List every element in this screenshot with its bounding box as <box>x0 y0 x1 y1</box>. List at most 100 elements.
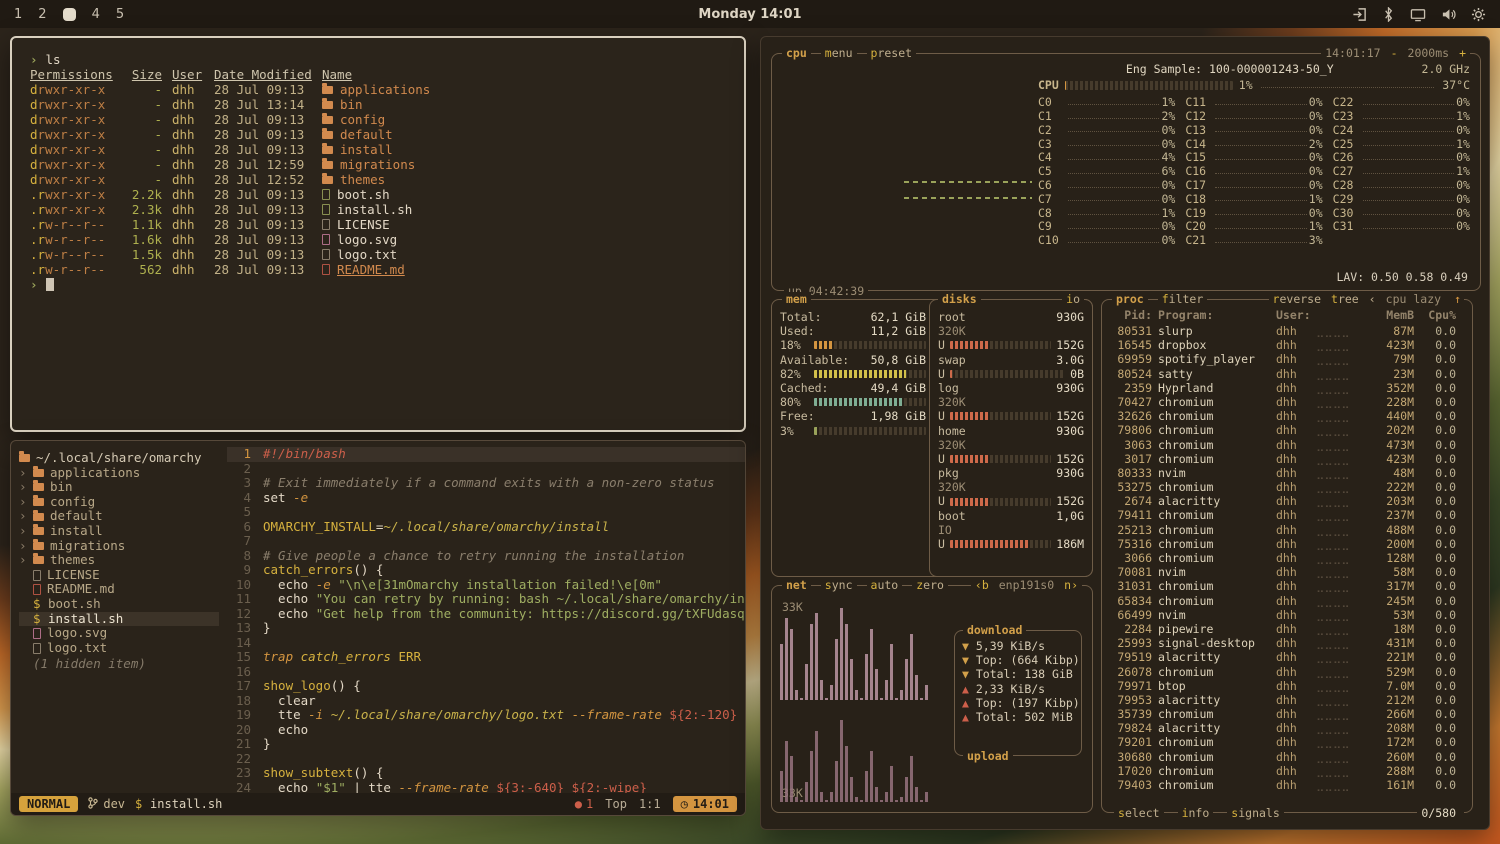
scroll-up-arrow[interactable]: ↑ <box>1451 292 1464 306</box>
cpu-core: C20% <box>1038 123 1175 137</box>
line-number: 20 <box>227 723 263 738</box>
code-editor[interactable]: 1#!/bin/bash23# Exit immediately if a co… <box>227 441 745 793</box>
info-hint[interactable]: info <box>1178 806 1214 820</box>
process-row[interactable]: 66499nvimdhh⣀⣀⣀⣀53M0.0 <box>1110 608 1456 622</box>
column-header-cpu[interactable]: Cpu% <box>1420 308 1456 322</box>
core-name: C14 <box>1185 137 1213 151</box>
interval-minus-button[interactable]: - <box>1391 46 1398 60</box>
process-row[interactable]: 70427chromiumdhh⣀⣀⣀⣀228M0.0 <box>1110 395 1456 409</box>
tree-button[interactable]: tree <box>1331 292 1359 306</box>
tree-item-install[interactable]: ›install <box>19 524 219 539</box>
tree-item-license[interactable]: LICENSE <box>19 568 219 583</box>
logout-icon[interactable] <box>1352 7 1367 22</box>
process-row[interactable]: 79411chromiumdhh⣀⣀⣀⣀237M0.0 <box>1110 508 1456 522</box>
process-row[interactable]: 25213chromiumdhh⣀⣀⣀⣀488M0.0 <box>1110 523 1456 537</box>
workspace-2[interactable]: 2 <box>38 7 46 22</box>
reverse-button[interactable]: reverse <box>1273 292 1321 306</box>
tree-item-bin[interactable]: ›bin <box>19 480 219 495</box>
process-row[interactable]: 2284pipewiredhh⣀⣀⣀⣀18M0.0 <box>1110 622 1456 636</box>
tree-item-migrations[interactable]: ›migrations <box>19 539 219 554</box>
select-hint[interactable]: select <box>1114 806 1164 820</box>
tree-item-themes[interactable]: ›themes <box>19 553 219 568</box>
process-row[interactable]: 30680chromiumdhh⣀⣀⣀⣀260M0.0 <box>1110 750 1456 764</box>
zero-button[interactable]: zero <box>912 578 948 592</box>
io-mode-button[interactable]: io <box>1062 292 1084 306</box>
core-name: C22 <box>1333 95 1361 109</box>
column-header-pid[interactable]: Pid: <box>1110 308 1152 322</box>
tree-item-readme-md[interactable]: README.md <box>19 582 219 597</box>
process-row[interactable]: 3017chromiumdhh⣀⣀⣀⣀423M0.0 <box>1110 452 1456 466</box>
editor-window[interactable]: ~/.local/share/omarchy›applications›bin›… <box>10 440 746 816</box>
process-name: chromium <box>1158 750 1270 764</box>
volume-icon[interactable] <box>1441 7 1456 22</box>
tree-item--local-share-omarchy[interactable]: ~/.local/share/omarchy <box>19 451 219 466</box>
process-row[interactable]: 80531slurpdhh⣀⣀⣀⣀87M0.0 <box>1110 324 1456 338</box>
menu-button[interactable]: menu <box>821 46 857 60</box>
core-name: C3 <box>1038 137 1066 151</box>
btop-window[interactable]: cpu menu preset 14:01:17 - 2000ms + Eng … <box>760 36 1490 830</box>
process-row[interactable]: 26078chromiumdhh⣀⣀⣀⣀529M0.0 <box>1110 665 1456 679</box>
column-header-user[interactable]: User: <box>1276 308 1310 322</box>
process-user: dhh <box>1276 352 1310 366</box>
process-row[interactable]: 2359Hyprlanddhh⣀⣀⣀⣀352M0.0 <box>1110 381 1456 395</box>
code-line: 23show_subtext() { <box>227 766 745 781</box>
bluetooth-icon[interactable] <box>1382 7 1395 22</box>
tree-item-boot-sh[interactable]: $boot.sh <box>19 597 219 612</box>
terminal-window[interactable]: › ls Permissions Size User Date Modified… <box>10 36 746 432</box>
process-row[interactable]: 2674alacrittydhh⣀⣀⣀⣀203M0.0 <box>1110 494 1456 508</box>
iface-next-button[interactable]: n› <box>1064 578 1078 592</box>
tree-item-applications[interactable]: ›applications <box>19 466 219 481</box>
process-row[interactable]: 16545dropboxdhh⣀⣀⣀⣀423M0.0 <box>1110 338 1456 352</box>
process-row[interactable]: 79824alacrittydhh⣀⣀⣀⣀208M0.0 <box>1110 721 1456 735</box>
display-icon[interactable] <box>1410 7 1426 22</box>
tree-item-default[interactable]: ›default <box>19 509 219 524</box>
process-cpu: 0.0 <box>1420 565 1456 579</box>
signals-hint[interactable]: signals <box>1227 806 1283 820</box>
process-row[interactable]: 80524sattydhh⣀⣀⣀⣀23M0.0 <box>1110 367 1456 381</box>
tree-item-logo-svg[interactable]: logo.svg <box>19 626 219 641</box>
process-row[interactable]: 25993signal-desktopdhh⣀⣀⣀⣀431M0.0 <box>1110 636 1456 650</box>
column-header-memb[interactable]: MemB <box>1370 308 1414 322</box>
process-row[interactable]: 79403chromiumdhh⣀⣀⣀⣀161M0.0 <box>1110 778 1456 792</box>
process-row[interactable]: 31031chromiumdhh⣀⣀⣀⣀317M0.0 <box>1110 579 1456 593</box>
process-row[interactable]: 79806chromiumdhh⣀⣀⣀⣀202M0.0 <box>1110 423 1456 437</box>
workspace-5[interactable]: 5 <box>116 7 124 22</box>
filter-button[interactable]: filter <box>1158 292 1208 306</box>
process-row[interactable]: 79971btopdhh⣀⣀⣀⣀7.0M0.0 <box>1110 679 1456 693</box>
process-row[interactable]: 79953alacrittydhh⣀⣀⣀⣀212M0.0 <box>1110 693 1456 707</box>
sync-button[interactable]: sync <box>821 578 857 592</box>
file-name: logo.svg <box>322 232 726 247</box>
process-row[interactable]: 79519alacrittydhh⣀⣀⣀⣀221M0.0 <box>1110 650 1456 664</box>
process-row[interactable]: 35739chromiumdhh⣀⣀⣀⣀266M0.0 <box>1110 707 1456 721</box>
process-row[interactable]: 75316chromiumdhh⣀⣀⣀⣀200M0.0 <box>1110 537 1456 551</box>
column-header-program[interactable]: Program: <box>1158 308 1270 322</box>
workspace-active[interactable] <box>63 8 76 21</box>
process-row[interactable]: 3066chromiumdhh⣀⣀⣀⣀128M0.0 <box>1110 551 1456 565</box>
interval-plus-button[interactable]: + <box>1459 46 1466 60</box>
core-name: C29 <box>1333 192 1361 206</box>
settings-icon[interactable] <box>1471 7 1486 22</box>
process-row[interactable]: 17020chromiumdhh⣀⣀⣀⣀288M0.0 <box>1110 764 1456 778</box>
process-row[interactable]: 53275chromiumdhh⣀⣀⣀⣀222M0.0 <box>1110 480 1456 494</box>
workspace-1[interactable]: 1 <box>14 7 22 22</box>
process-row[interactable]: 70081nvimdhh⣀⣀⣀⣀58M0.0 <box>1110 565 1456 579</box>
tree-item-logo-txt[interactable]: logo.txt <box>19 641 219 656</box>
process-row[interactable]: 65834chromiumdhh⣀⣀⣀⣀245M0.0 <box>1110 594 1456 608</box>
code-line: 2 <box>227 462 745 477</box>
process-row[interactable]: 80333nvimdhh⣀⣀⣀⣀48M0.0 <box>1110 466 1456 480</box>
sort-prev-button[interactable]: ‹ <box>1369 292 1376 306</box>
process-row[interactable]: 3063chromiumdhh⣀⣀⣀⣀473M0.0 <box>1110 438 1456 452</box>
process-row[interactable]: 69959spotify_playerdhh⣀⣀⣀⣀79M0.0 <box>1110 352 1456 366</box>
iface-prev-button[interactable]: ‹b <box>975 578 989 592</box>
process-cpu: 0.0 <box>1420 750 1456 764</box>
auto-button[interactable]: auto <box>867 578 903 592</box>
process-row[interactable]: 32626chromiumdhh⣀⣀⣀⣀440M0.0 <box>1110 409 1456 423</box>
tree-item-install-sh[interactable]: $install.sh <box>19 612 219 627</box>
tree-item-label: default <box>50 509 103 524</box>
workspace-4[interactable]: 4 <box>92 7 100 22</box>
process-name: chromium <box>1158 395 1270 409</box>
process-row[interactable]: 79201chromiumdhh⣀⣀⣀⣀172M0.0 <box>1110 735 1456 749</box>
process-cpu-graph: ⣀⣀⣀⣀ <box>1316 508 1364 522</box>
tree-item-config[interactable]: ›config <box>19 495 219 510</box>
preset-button[interactable]: preset <box>867 46 917 60</box>
